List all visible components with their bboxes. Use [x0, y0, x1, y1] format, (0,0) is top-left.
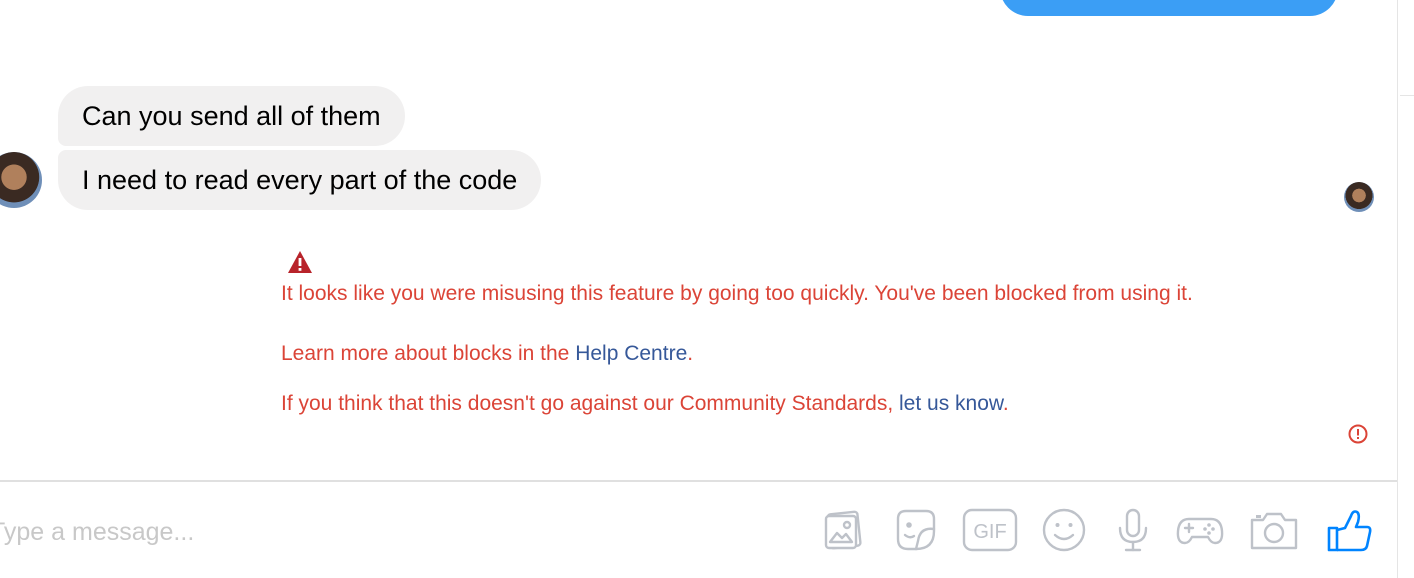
like-button[interactable]: [1324, 505, 1374, 555]
received-message-bubble[interactable]: Can you send all of them: [58, 86, 405, 146]
help-centre-suffix: .: [687, 342, 694, 365]
help-centre-prefix: Learn more about blocks in the: [281, 342, 576, 365]
gif-button[interactable]: GIF: [962, 505, 1018, 555]
received-message-bubble[interactable]: I need to read every part of the code: [58, 150, 542, 210]
microphone-icon: [1118, 508, 1148, 552]
message-input[interactable]: [0, 512, 310, 552]
gif-icon: GIF: [962, 508, 1018, 552]
block-notice-text: It looks like you were misusing this fea…: [281, 282, 1193, 305]
send-failed-icon[interactable]: [1347, 423, 1369, 445]
sent-message-bubble[interactable]: [1000, 0, 1338, 16]
game-controller-icon: [1176, 517, 1224, 545]
panel-divider: [1397, 0, 1398, 578]
camera-icon: [1250, 512, 1298, 550]
emoji-icon: [1042, 508, 1086, 552]
sender-avatar[interactable]: [0, 152, 42, 208]
let-us-know-link[interactable]: let us know: [899, 392, 1003, 415]
emoji-button[interactable]: [1039, 505, 1089, 555]
chat-window: Can you send all of them I need to read …: [0, 0, 1414, 578]
help-centre-notice: Learn more about blocks in the Help Cent…: [281, 340, 693, 368]
seen-receipt-avatar: [1344, 182, 1374, 212]
games-button[interactable]: [1175, 505, 1225, 555]
sticker-icon: [896, 509, 936, 551]
appeal-suffix: .: [1002, 392, 1009, 415]
appeal-prefix: If you think that this doesn't go agains…: [281, 392, 900, 415]
camera-button[interactable]: [1249, 505, 1299, 555]
help-centre-link[interactable]: Help Centre: [575, 342, 687, 365]
warning-icon: [288, 251, 312, 273]
voice-clip-button[interactable]: [1108, 505, 1158, 555]
image-icon: [824, 510, 862, 550]
thumbs-up-icon: [1327, 510, 1372, 552]
send-photo-button[interactable]: [818, 505, 868, 555]
sticker-button[interactable]: [890, 505, 940, 555]
appeal-notice: If you think that this doesn't go agains…: [281, 390, 1009, 418]
gif-label: GIF: [973, 521, 1006, 543]
panel-divider-stub: [1400, 95, 1414, 96]
composer-divider: [0, 480, 1397, 482]
